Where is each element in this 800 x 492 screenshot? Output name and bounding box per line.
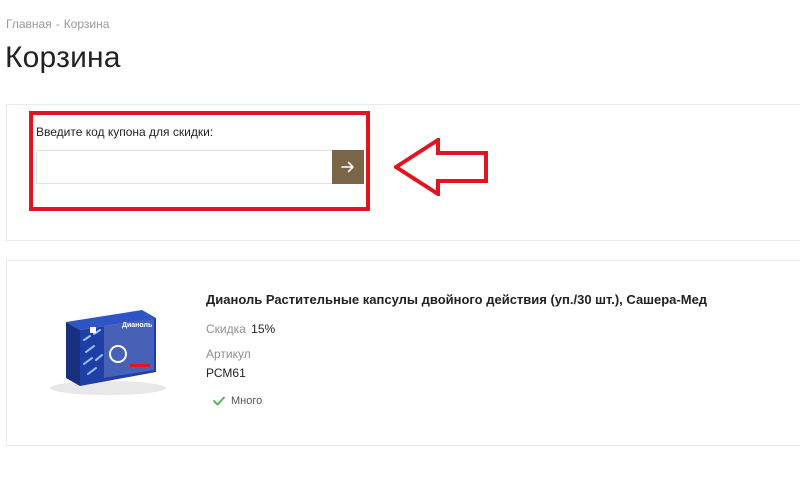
breadcrumb-current: Корзина — [63, 17, 110, 31]
article-label: Артикул — [206, 347, 251, 361]
arrow-right-icon — [341, 161, 354, 173]
coupon-code-input[interactable] — [36, 150, 332, 184]
product-title-link[interactable]: Дианоль Растительные капсулы двойного де… — [206, 292, 707, 307]
page-title: Корзина — [5, 41, 121, 74]
coupon-label: Введите код купона для скидки: — [36, 125, 214, 139]
product-image[interactable]: Дианоль — [44, 300, 168, 398]
checkmark-icon — [213, 396, 225, 406]
article-value: РСМ61 — [206, 366, 246, 380]
package-brand-text: Дианоль — [122, 322, 153, 329]
breadcrumb-separator: - — [55, 17, 60, 31]
discount-value: 15% — [251, 322, 276, 336]
breadcrumb-home-link[interactable]: Главная — [6, 17, 52, 31]
stock-text: Много — [231, 395, 263, 407]
breadcrumb: Главная - Корзина — [6, 17, 109, 31]
coupon-submit-button[interactable] — [332, 150, 364, 184]
discount-row: Скидка 15% — [206, 322, 275, 336]
stock-status: Много — [213, 395, 262, 407]
discount-label: Скидка — [206, 322, 246, 336]
